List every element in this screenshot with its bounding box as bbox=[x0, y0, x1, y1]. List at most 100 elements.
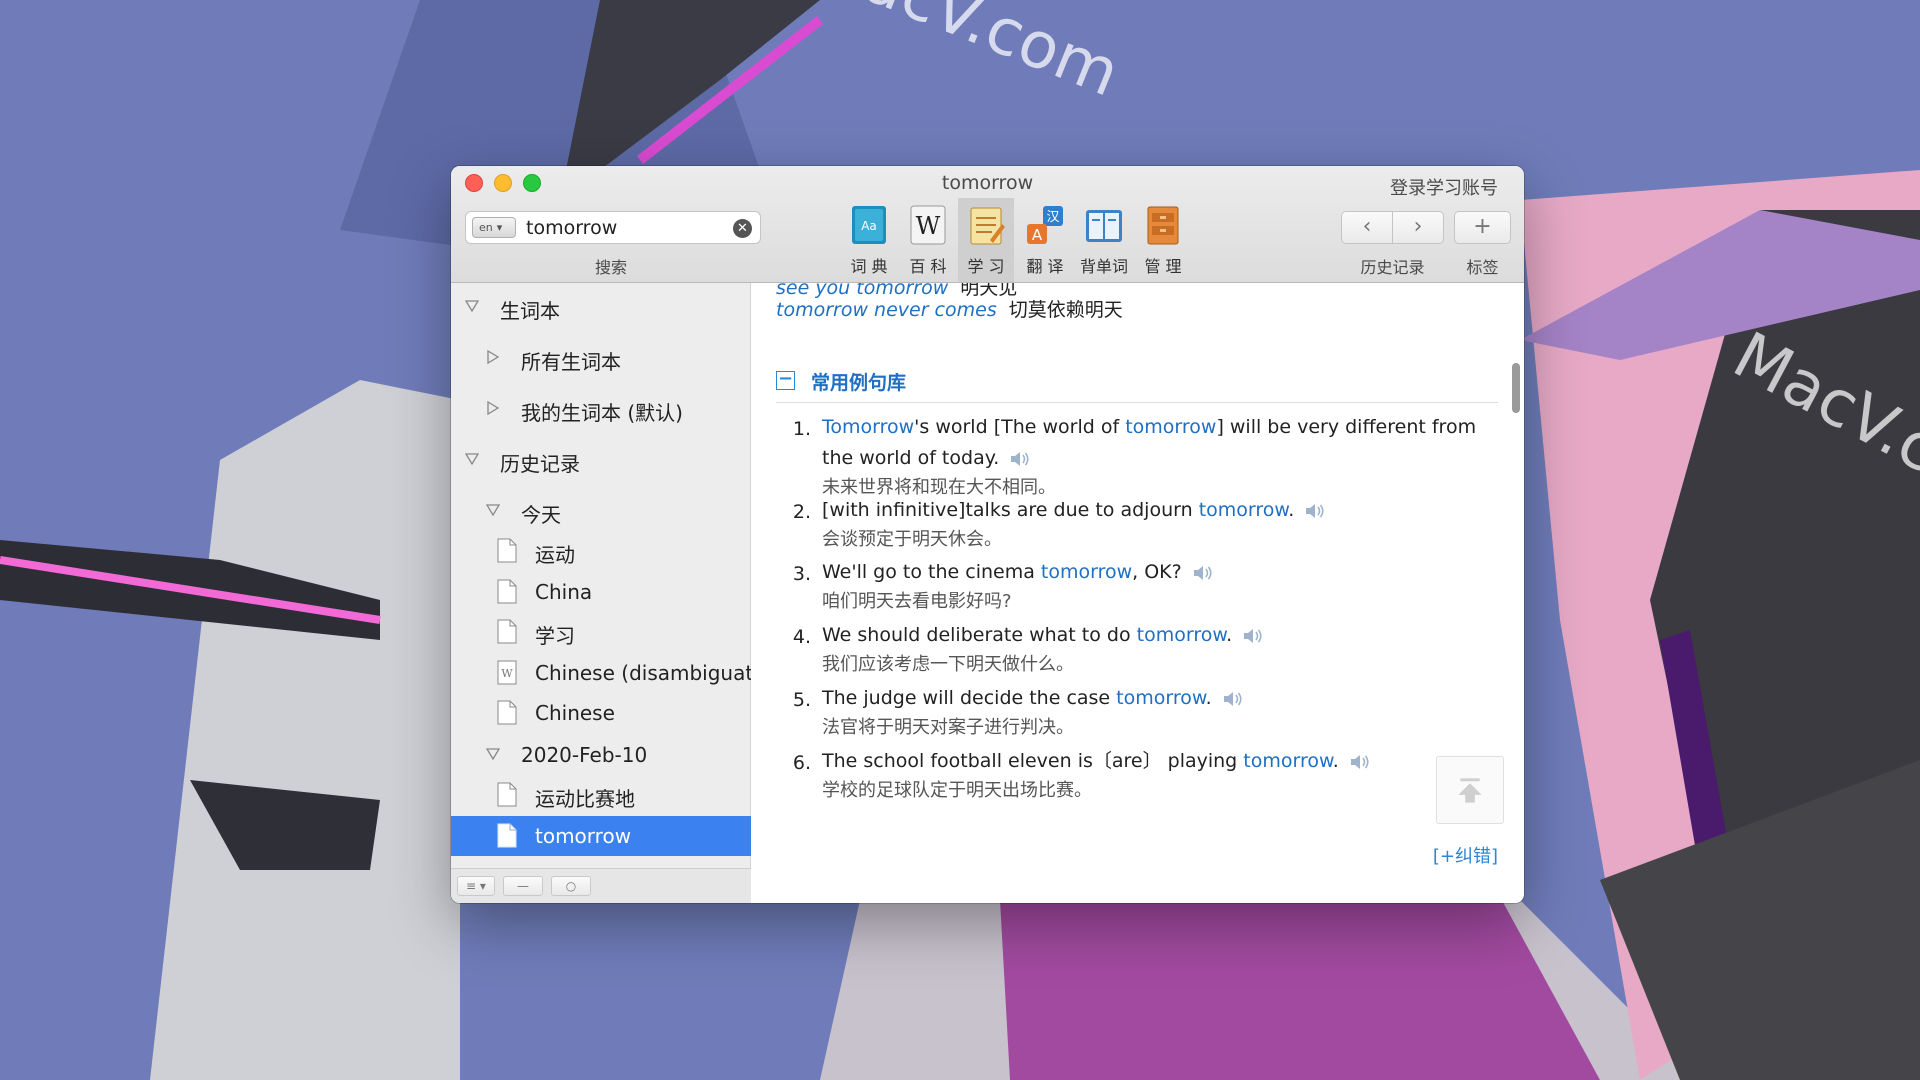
tree-label: 运动 bbox=[535, 543, 575, 567]
tool-label: 管 理 bbox=[1144, 257, 1182, 276]
example-number: 1. bbox=[792, 418, 811, 440]
history-item[interactable]: China bbox=[451, 572, 751, 612]
dictionary-window: tomorrow 登录学习账号 en▾ ✕ 搜索 Aa 词 典 W 百 科 学 … bbox=[451, 166, 1524, 903]
history-item-selected[interactable]: tomorrow bbox=[451, 816, 751, 856]
document-icon bbox=[497, 538, 517, 563]
back-to-top-button[interactable] bbox=[1436, 756, 1504, 824]
translate-icon: 汉A bbox=[1027, 206, 1063, 244]
manage-icon bbox=[1147, 206, 1179, 245]
history-item[interactable]: 学习 bbox=[451, 612, 751, 652]
history-back-button[interactable]: ‹ bbox=[1341, 211, 1393, 244]
tree-item-my-wordbook[interactable]: 我的生词本 (默认) bbox=[451, 389, 751, 429]
tool-translate[interactable]: 汉A 翻 译 bbox=[1017, 198, 1073, 282]
plus-icon: + bbox=[1473, 214, 1492, 239]
list-icon: ≡ ▾ bbox=[466, 879, 486, 893]
tree-label: 我的生词本 (默认) bbox=[521, 401, 683, 425]
collapse-icon[interactable]: − bbox=[776, 370, 795, 390]
tree-label: 所有生词本 bbox=[521, 350, 621, 374]
login-link[interactable]: 登录学习账号 bbox=[1390, 174, 1498, 200]
tool-manage[interactable]: 管 理 bbox=[1135, 198, 1191, 282]
example-chinese: 咱们明天去看电影好吗? bbox=[822, 591, 1012, 612]
keyword-link[interactable]: tomorrow bbox=[1243, 750, 1333, 772]
wikipedia-doc-icon: W bbox=[497, 660, 517, 685]
phrase-cn: 切莫依赖明天 bbox=[1008, 299, 1123, 321]
example-chinese: 会谈预定于明天休会。 bbox=[822, 529, 1002, 550]
document-icon bbox=[497, 619, 517, 644]
example-number: 6. bbox=[792, 752, 811, 774]
tree-label: 生词本 bbox=[500, 299, 560, 323]
speaker-icon[interactable] bbox=[1304, 502, 1326, 520]
sentence-text: . bbox=[1226, 624, 1233, 646]
language-badge: en bbox=[479, 221, 493, 234]
history-item[interactable]: 运动 bbox=[451, 531, 751, 571]
keyword-link[interactable]: tomorrow bbox=[1125, 416, 1216, 438]
tree-label: Chinese (disambiguation) bbox=[535, 661, 751, 685]
svg-text:W: W bbox=[501, 667, 513, 680]
example-english: We should deliberate what to do tomorrow… bbox=[822, 620, 1502, 651]
chevron-right-icon: › bbox=[1413, 214, 1423, 239]
example-english: [with infinitive]talks are due to adjour… bbox=[822, 495, 1502, 526]
tree-group-history[interactable]: 历史记录 bbox=[451, 440, 751, 480]
example-number: 3. bbox=[792, 563, 811, 585]
history-forward-button[interactable]: › bbox=[1392, 211, 1444, 244]
speaker-icon[interactable] bbox=[1242, 627, 1264, 645]
search-input[interactable] bbox=[526, 215, 726, 240]
sentence-text: . bbox=[1205, 687, 1212, 709]
refresh-button[interactable]: ○ bbox=[551, 876, 591, 896]
tree-label: 学习 bbox=[535, 624, 575, 648]
search-caption: 搜索 bbox=[594, 258, 627, 277]
keyword-link[interactable]: tomorrow bbox=[1137, 624, 1227, 646]
tree-item-all-wordbooks[interactable]: 所有生词本 bbox=[451, 338, 751, 378]
remove-button[interactable]: — bbox=[503, 876, 543, 896]
example-number: 4. bbox=[792, 626, 811, 648]
example-chinese: 法官将于明天对案子进行判决。 bbox=[822, 717, 1074, 738]
add-tag-button[interactable]: + bbox=[1454, 211, 1511, 244]
phrase-row: tomorrow never comes 切莫依赖明天 bbox=[776, 295, 1123, 322]
history-caption: 历史记录 bbox=[1360, 258, 1425, 277]
disclosure-open-icon bbox=[465, 300, 479, 313]
example-number: 5. bbox=[792, 689, 811, 711]
keyword-link[interactable]: tomorrow bbox=[1041, 561, 1132, 583]
clear-search-icon[interactable]: ✕ bbox=[733, 219, 752, 238]
tool-study[interactable]: 学 习 bbox=[958, 198, 1014, 282]
window-title: tomorrow bbox=[941, 172, 1034, 194]
list-options-button[interactable]: ≡ ▾ bbox=[457, 876, 495, 896]
circle-icon: ○ bbox=[565, 879, 577, 893]
tool-dictionary[interactable]: Aa 词 典 bbox=[841, 198, 897, 282]
tool-wikipedia[interactable]: W 百 科 bbox=[900, 198, 956, 282]
phrase-en[interactable]: tomorrow never comes bbox=[776, 299, 997, 321]
history-item[interactable]: 运动比赛地 bbox=[451, 775, 751, 815]
tree-label: China bbox=[535, 580, 593, 604]
speaker-icon[interactable] bbox=[1349, 753, 1371, 771]
tree-group-date[interactable]: 2020-Feb-10 bbox=[451, 735, 751, 775]
language-picker[interactable]: en ▾ bbox=[472, 217, 516, 238]
back-to-top-icon bbox=[1458, 778, 1482, 803]
tool-flashcards[interactable]: 背单词 bbox=[1076, 198, 1132, 282]
svg-text:Aa: Aa bbox=[861, 219, 877, 233]
history-item[interactable]: Chinese bbox=[451, 693, 751, 733]
flashcards-icon bbox=[1086, 210, 1122, 242]
tool-label: 百 科 bbox=[909, 257, 947, 276]
keyword-link[interactable]: tomorrow bbox=[1116, 687, 1206, 709]
section-header: − 常用例句库 bbox=[776, 362, 1498, 403]
sentence-text: We should deliberate what to do bbox=[822, 624, 1137, 646]
keyword-link[interactable]: Tomorrow bbox=[822, 416, 914, 438]
speaker-icon[interactable] bbox=[1009, 450, 1031, 468]
tree-group-wordbook[interactable]: 生词本 bbox=[451, 287, 751, 327]
disclosure-closed-icon bbox=[487, 350, 500, 364]
keyword-link[interactable]: tomorrow bbox=[1199, 499, 1289, 521]
correction-link[interactable]: [+纠错] bbox=[1433, 842, 1498, 868]
scrollbar-thumb[interactable] bbox=[1512, 363, 1520, 413]
sentence-text: , OK? bbox=[1132, 561, 1182, 583]
document-icon bbox=[497, 700, 517, 725]
tags-caption: 标签 bbox=[1466, 258, 1499, 277]
search-box: en▾ ✕ bbox=[465, 211, 761, 244]
history-item[interactable]: W Chinese (disambiguation) bbox=[451, 653, 751, 693]
sentence-text: The school football eleven is〔are〕 playi… bbox=[822, 750, 1244, 772]
speaker-icon[interactable] bbox=[1222, 690, 1244, 708]
speaker-icon[interactable] bbox=[1192, 564, 1214, 582]
tree-label: 运动比赛地 bbox=[535, 787, 635, 811]
disclosure-open-icon bbox=[486, 748, 500, 761]
tree-group-today[interactable]: 今天 bbox=[451, 491, 751, 531]
example-chinese: 学校的足球队定于明天出场比赛。 bbox=[822, 780, 1092, 801]
